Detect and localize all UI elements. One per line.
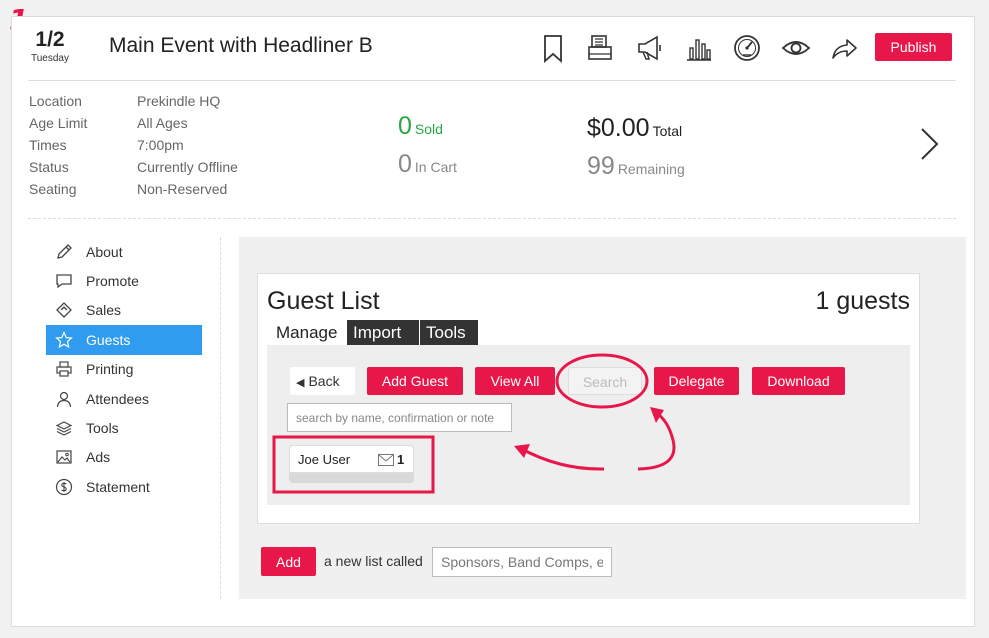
megaphone-icon[interactable]: [635, 32, 665, 64]
add-list-button[interactable]: Add: [261, 547, 316, 576]
detail-value: All Ages: [137, 115, 188, 131]
sold-label: Sold: [414, 121, 443, 137]
sidebar-item-label: Attendees: [86, 390, 150, 407]
back-button[interactable]: ◀ Back: [290, 367, 355, 395]
detail-value: Non-Reserved: [137, 181, 228, 197]
guest-card[interactable]: Joe User 1: [289, 445, 414, 483]
view-all-button[interactable]: View All: [475, 367, 555, 395]
sidebar-item-label: About: [86, 243, 123, 260]
stat-total: $0.00 Total: [587, 114, 682, 143]
sidebar-item-statement[interactable]: Statement: [46, 472, 202, 501]
register-icon[interactable]: [585, 32, 615, 64]
detail-key: Times: [29, 137, 67, 153]
guest-list-title: Guest List: [267, 287, 380, 315]
event-details: Location Prekindle HQ Age Limit All Ages T…: [29, 93, 349, 203]
star-icon: [54, 330, 74, 350]
total-amount: $0.00: [587, 114, 650, 142]
bar-chart-icon[interactable]: [684, 32, 714, 64]
guest-name: Joe User: [298, 452, 351, 467]
sidebar-item-sales[interactable]: Sales: [46, 296, 202, 325]
chevron-right-icon[interactable]: [916, 126, 942, 162]
cart-label: In Cart: [414, 159, 457, 175]
detail-key: Seating: [29, 181, 77, 197]
stat-in-cart: 0 In Cart: [398, 150, 457, 179]
publish-button[interactable]: Publish: [875, 33, 952, 61]
new-list-name-input[interactable]: [432, 547, 612, 577]
remaining-count: 99: [587, 152, 615, 180]
detail-key: Status: [29, 159, 69, 175]
search-button[interactable]: Search: [568, 367, 642, 395]
detail-key: Location: [29, 93, 82, 109]
detail-value: Prekindle HQ: [137, 93, 221, 109]
sidebar-item-label: Printing: [86, 361, 134, 378]
guest-search-input[interactable]: [287, 403, 512, 432]
detail-location: Location Prekindle HQ: [29, 93, 349, 115]
event-title: Main Event with Headliner B: [109, 34, 373, 57]
guest-ticket-count: 1: [397, 452, 405, 467]
back-label: Back: [308, 373, 340, 389]
sold-count: 0: [398, 112, 412, 140]
event-date: 1/2 Tuesday: [28, 28, 72, 64]
header-divider: [28, 80, 956, 81]
detail-value: 7:00pm: [137, 137, 184, 153]
date-number: 1/2: [35, 28, 65, 51]
sidebar-item-attendees[interactable]: Attendees: [46, 384, 202, 413]
total-label: Total: [652, 123, 683, 139]
detail-seating: Seating Non-Reserved: [29, 181, 349, 203]
dollar-icon: [54, 477, 74, 497]
caret-left-icon: ◀: [296, 377, 305, 389]
sidebar-item-ads[interactable]: Ads: [46, 443, 202, 472]
detail-value: Currently Offline: [137, 159, 238, 175]
envelope-icon: [378, 453, 394, 466]
cart-count: 0: [398, 150, 412, 178]
sidebar-item-about[interactable]: About: [46, 237, 202, 266]
sidebar-item-promote[interactable]: Promote: [46, 266, 202, 295]
pencil-icon: [54, 242, 74, 262]
sidebar-item-label: Guests: [86, 331, 131, 348]
tab-import[interactable]: Import: [347, 320, 419, 345]
person-icon: [54, 389, 74, 409]
detail-key: Age Limit: [29, 115, 88, 131]
add-guest-button[interactable]: Add Guest: [367, 367, 463, 395]
image-icon: [54, 447, 74, 467]
tab-tools[interactable]: Tools: [420, 320, 478, 345]
new-list-text: a new list called: [324, 553, 423, 569]
detail-age-limit: Age Limit All Ages: [29, 115, 349, 137]
detail-status: Status Currently Offline: [29, 159, 349, 181]
printer-icon: [54, 359, 74, 379]
sidebar-item-label: Ads: [86, 449, 111, 466]
delegate-button[interactable]: Delegate: [654, 367, 739, 395]
download-button[interactable]: Download: [752, 367, 845, 395]
guest-count: 1 guests: [815, 287, 910, 315]
sidebar-item-label: Promote: [86, 273, 139, 290]
detail-times: Times 7:00pm: [29, 137, 349, 159]
layers-icon: [54, 418, 74, 438]
stat-sold: 0 Sold: [398, 112, 443, 141]
date-weekday: Tuesday: [31, 53, 69, 64]
section-divider: [28, 218, 956, 219]
eye-icon[interactable]: [781, 32, 811, 64]
sidebar-nav: About Promote Sales Guests Printing Atte…: [46, 237, 202, 502]
sidebar-item-label: Tools: [86, 420, 119, 437]
sidebar-item-printing[interactable]: Printing: [46, 355, 202, 384]
sidebar-divider: [220, 237, 221, 599]
dashboard-icon[interactable]: [732, 32, 762, 64]
bookmark-icon[interactable]: [538, 32, 568, 64]
stat-remaining: 99 Remaining: [587, 152, 685, 181]
speech-bubble-icon: [54, 271, 74, 291]
share-icon[interactable]: [829, 32, 859, 64]
tab-manage[interactable]: Manage: [270, 320, 344, 345]
ticket-icon: [54, 300, 74, 320]
sidebar-item-label: Sales: [86, 302, 122, 319]
sidebar-item-tools[interactable]: Tools: [46, 413, 202, 442]
sidebar-item-label: Statement: [86, 478, 150, 495]
remaining-label: Remaining: [617, 161, 685, 177]
sidebar-item-guests[interactable]: Guests: [46, 325, 202, 355]
